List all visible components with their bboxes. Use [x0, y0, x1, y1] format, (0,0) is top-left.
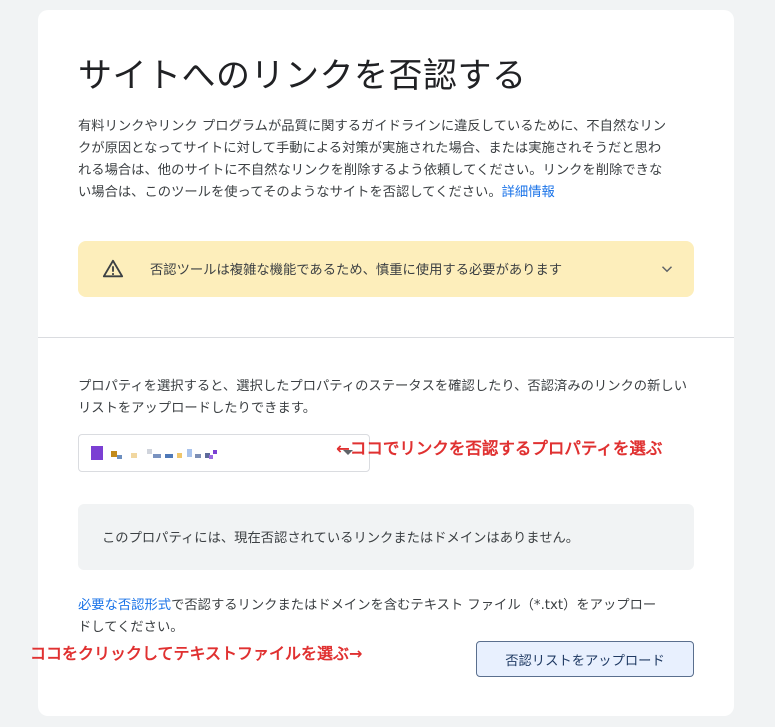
warning-banner[interactable]: 否認ツールは複雑な機能であるため、慎重に使用する必要があります	[78, 241, 694, 297]
format-link[interactable]: 必要な否認形式	[78, 598, 171, 613]
property-description: プロパティを選択すると、選択したプロパティのステータスを確認したり、否認済みのリ…	[78, 379, 687, 416]
disavowed-list-empty-state: このプロパティには、現在否認されているリンクまたはドメインはありません。	[78, 504, 694, 570]
annotation-select-property: ←ココでリンクを否認するプロパティを選ぶ	[336, 439, 663, 458]
warning-triangle-icon	[102, 259, 124, 278]
upload-description: 必要な否認形式で否認するリンクまたはドメインを含むテキスト ファイル（*.txt…	[78, 595, 658, 639]
page-title: サイトへのリンクを否認する	[78, 56, 527, 96]
section-divider	[38, 337, 734, 338]
empty-message: このプロパティには、現在否認されているリンクまたはドメインはありません。	[102, 531, 580, 546]
intro-body: 有料リンクやリンク プログラムが品質に関するガイドラインに違反しているために、不…	[78, 119, 667, 200]
disavow-card: サイトへのリンクを否認する 有料リンクやリンク プログラムが品質に関するガイドラ…	[38, 10, 734, 716]
chevron-down-icon[interactable]	[658, 260, 676, 278]
learn-more-link[interactable]: 詳細情報	[502, 185, 555, 200]
property-name-redacted	[111, 449, 251, 461]
property-selector[interactable]	[78, 434, 370, 472]
property-favicon	[91, 446, 103, 460]
upload-disavow-list-button[interactable]: 否認リストをアップロード	[476, 641, 694, 677]
intro-text: 有料リンクやリンク プログラムが品質に関するガイドラインに違反しているために、不…	[78, 116, 668, 204]
annotation-click-upload: ココをクリックしてテキストファイルを選ぶ→	[30, 644, 363, 663]
warning-text: 否認ツールは複雑な機能であるため、慎重に使用する必要があります	[150, 263, 563, 278]
